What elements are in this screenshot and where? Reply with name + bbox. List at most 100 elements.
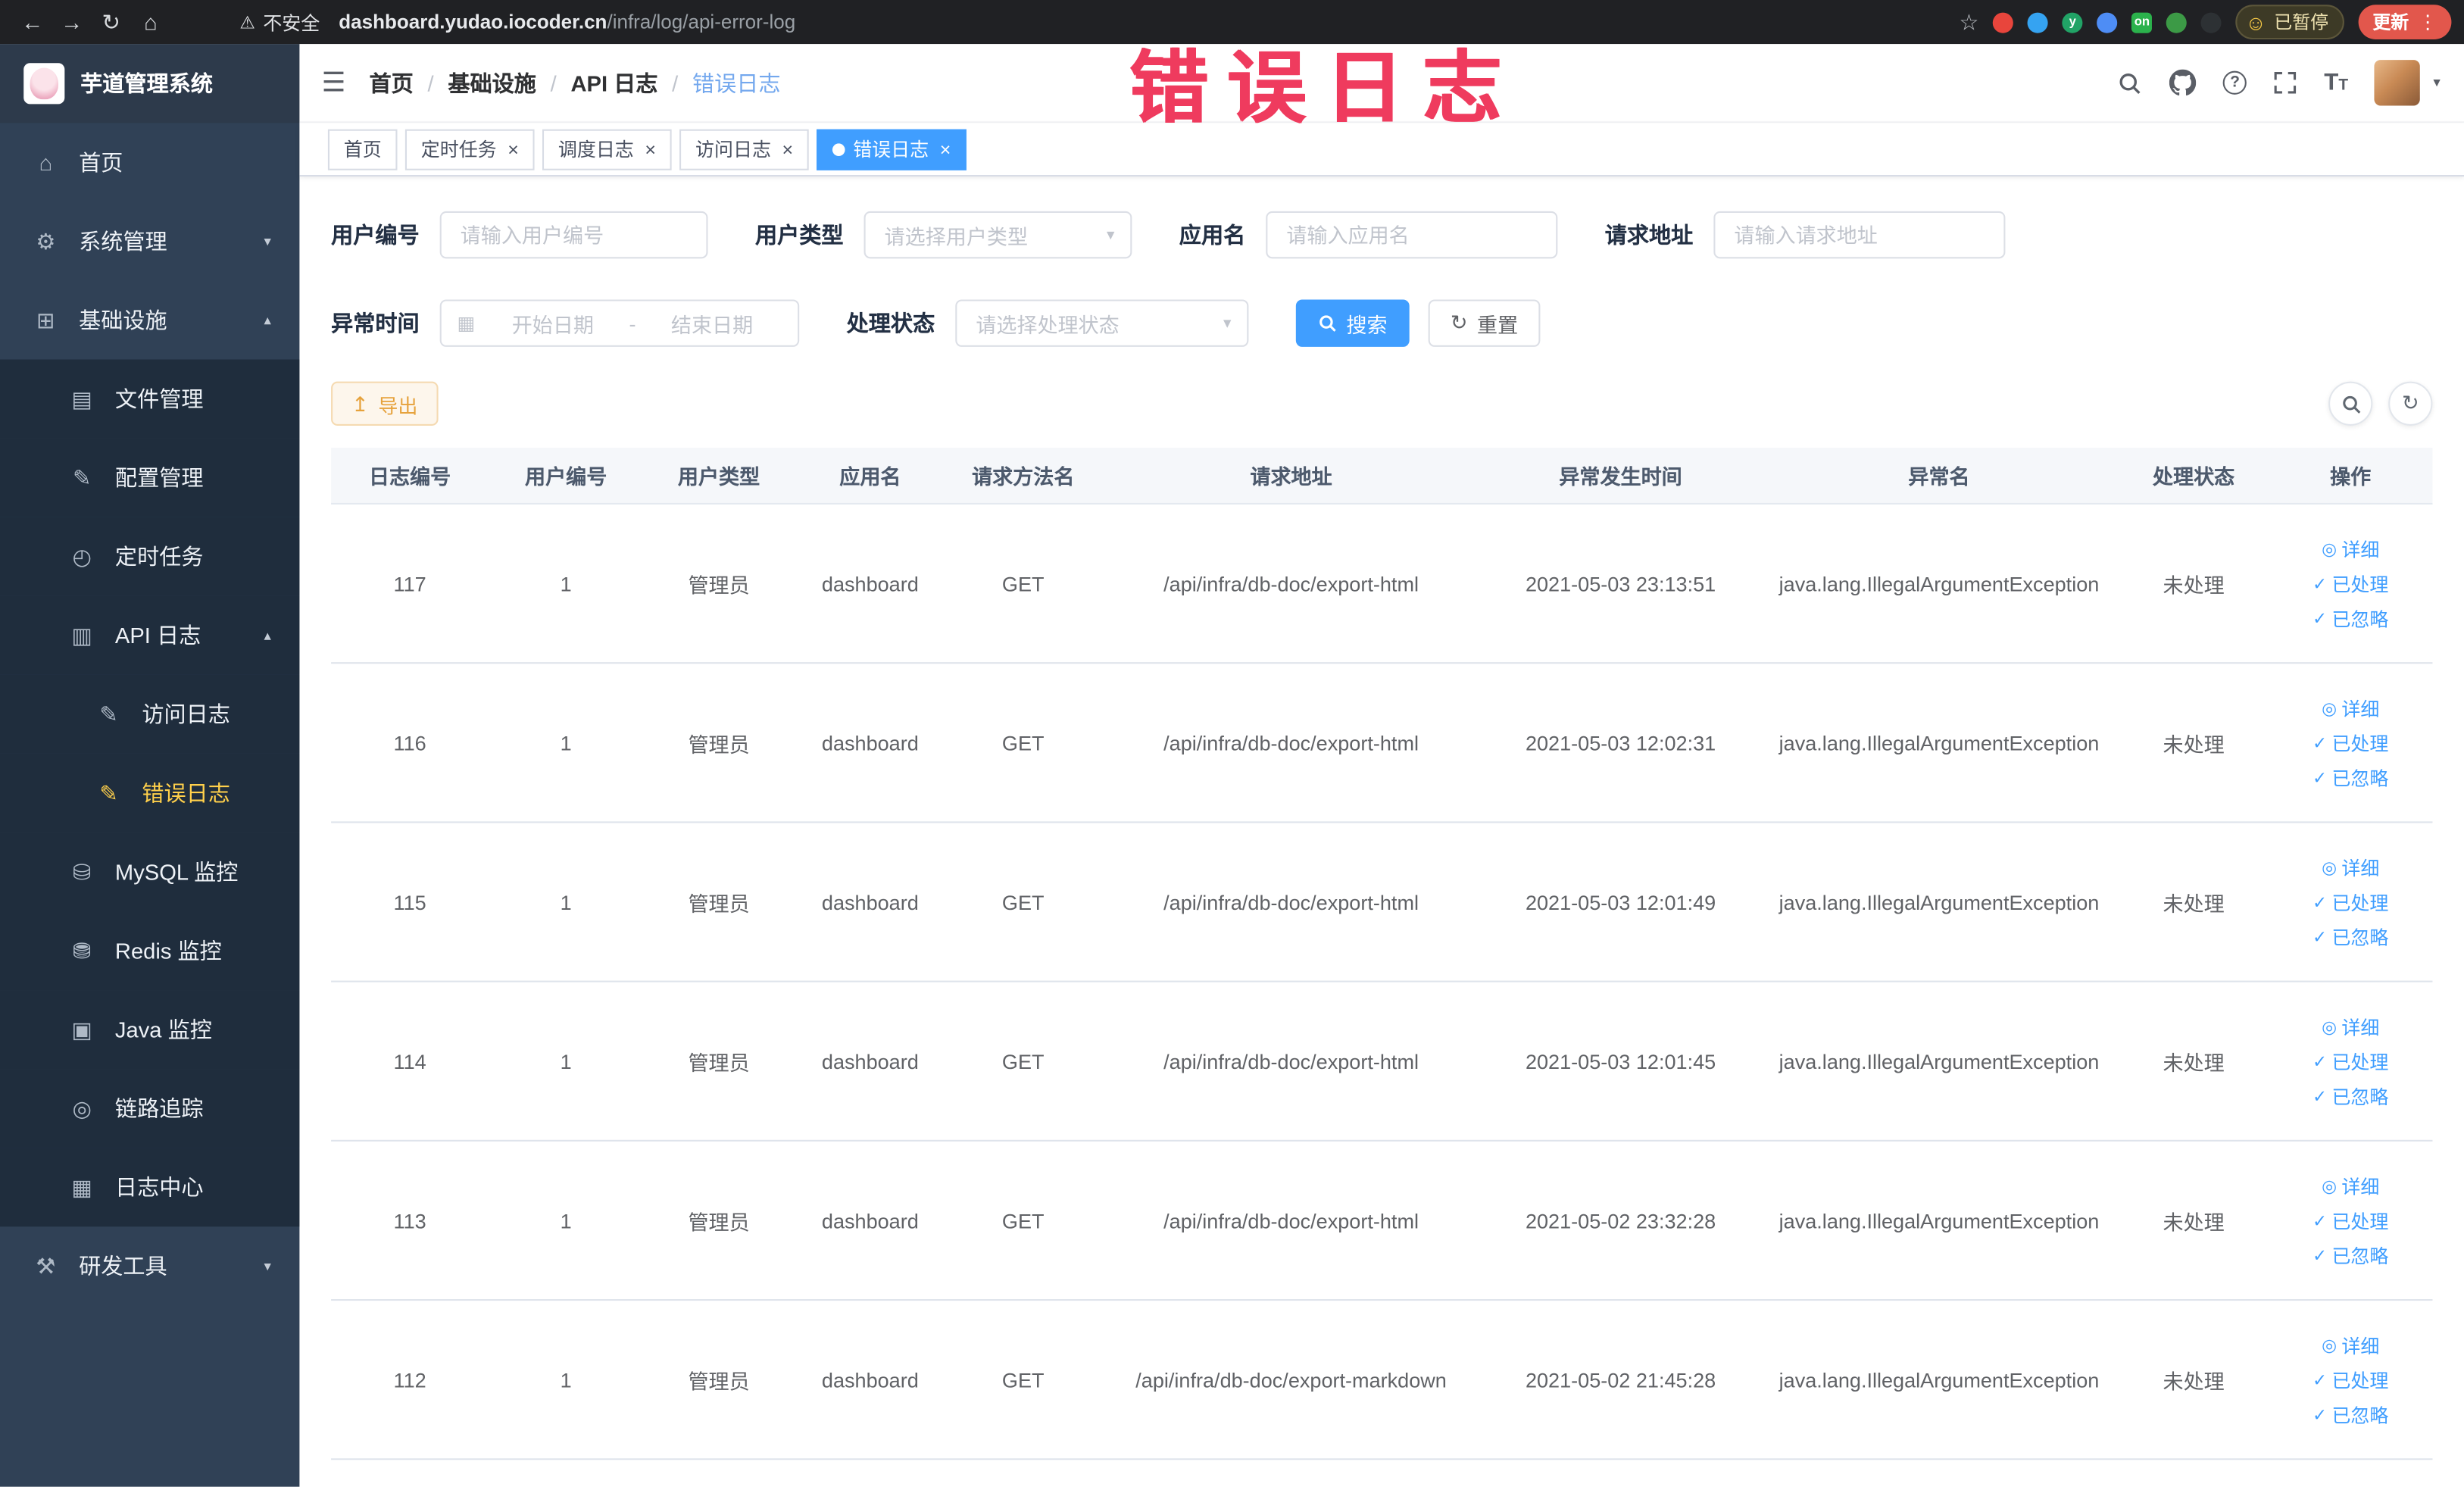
browser-toolbar-right: ☆ y on ☺ 已暂停 更新 ⋮ [1959, 5, 2452, 40]
sidebar-item-8[interactable]: ✎ 错误日志 [0, 753, 300, 833]
action-detail[interactable]: ◎ 详细 [2322, 1013, 2379, 1039]
smiley-icon: ☺ [2245, 10, 2266, 34]
tab-0[interactable]: 首页 [327, 128, 398, 170]
sidebar-item-1[interactable]: ⚙ 系统管理 ▾ [0, 201, 299, 280]
action-detail[interactable]: ◎ 详细 [2322, 1172, 2379, 1198]
sidebar-item-14[interactable]: ⚒ 研发工具 ▾ [0, 1226, 299, 1305]
search-icon[interactable] [2118, 70, 2143, 95]
close-icon[interactable]: × [940, 139, 951, 158]
sidebar-item-label: API 日志 [114, 623, 201, 648]
action-label: 已处理 [2331, 891, 2389, 914]
cell-url: /api/infra/db-doc/export-html [1163, 571, 1419, 595]
action-detail[interactable]: ◎ 详细 [2322, 695, 2379, 721]
sidebar-item-12[interactable]: ◎ 链路追踪 [0, 1069, 300, 1148]
address-bar[interactable]: dashboard.yudao.iocoder.cn/infra/log/api… [339, 11, 795, 33]
sidebar-item-9[interactable]: ⛁ MySQL 监控 [0, 832, 300, 911]
sidebar-item-5[interactable]: ◴ 定时任务 [0, 517, 300, 596]
sidebar-item-2[interactable]: ⊞ 基础设施 ▴ [0, 280, 299, 359]
toggle-search-button[interactable] [2328, 381, 2373, 426]
extension-icon[interactable] [2097, 11, 2118, 33]
action-detail[interactable]: ◎ 详细 [2322, 854, 2379, 880]
cell-user_id: 1 [560, 1208, 572, 1232]
extension-icon[interactable] [2028, 11, 2049, 33]
export-button[interactable]: ↥ 导出 [331, 381, 439, 426]
user-id-input[interactable] [439, 211, 708, 259]
user-avatar[interactable] [2375, 60, 2421, 106]
sidebar-item-13[interactable]: ▦ 日志中心 [0, 1148, 300, 1227]
search-button[interactable]: 搜索 [1295, 299, 1410, 347]
sidebar-item-10[interactable]: ⛃ Redis 监控 [0, 911, 300, 991]
sidebar-item-11[interactable]: ▣ Java 监控 [0, 990, 300, 1070]
font-size-icon[interactable]: TT [2324, 71, 2348, 95]
action-mark-ignored[interactable]: ✓ 已忽略 [2313, 1082, 2388, 1109]
check-icon: ✓ [2313, 574, 2328, 594]
extension-icon[interactable] [1993, 11, 2014, 33]
extension-icon[interactable] [2166, 11, 2188, 33]
action-mark-ignored[interactable]: ✓ 已忽略 [2313, 923, 2388, 950]
action-detail[interactable]: ◎ 详细 [2322, 1332, 2379, 1358]
sidebar-item-label: 访问日志 [142, 701, 230, 727]
tab-3[interactable]: 访问日志 × [679, 128, 809, 170]
close-icon[interactable]: × [507, 139, 519, 158]
breadcrumb-item[interactable]: API 日志 [570, 67, 657, 98]
close-icon[interactable]: × [645, 139, 656, 158]
close-icon[interactable]: × [782, 139, 794, 158]
cell-exception: java.lang.IllegalArgumentException [1779, 571, 2100, 595]
reset-button[interactable]: ↻ 重置 [1428, 299, 1541, 347]
sidebar-item-6[interactable]: ▥ API 日志 ▴ [0, 595, 300, 675]
api-log-icon: ▥ [71, 622, 92, 648]
search-button-label: 搜索 [1346, 313, 1388, 337]
app-logo[interactable]: 芋道管理系统 [0, 44, 300, 123]
help-icon[interactable]: ? [2223, 70, 2247, 95]
process-status-select[interactable]: 请选择处理状态 ▾ [955, 299, 1249, 347]
action-mark-ignored[interactable]: ✓ 已忽略 [2313, 1401, 2388, 1427]
extension-icon[interactable] [2200, 11, 2222, 33]
cell-exception: java.lang.IllegalArgumentException [1779, 1049, 2100, 1073]
action-detail[interactable]: ◎ 详细 [2322, 536, 2379, 562]
sidebar-item-4[interactable]: ✎ 配置管理 [0, 438, 300, 517]
breadcrumb-item[interactable]: 基础设施 [448, 67, 536, 98]
breadcrumb-item[interactable]: 首页 [370, 67, 414, 98]
cell-app: dashboard [821, 1208, 919, 1232]
action-mark-ignored[interactable]: ✓ 已忽略 [2313, 604, 2388, 631]
back-icon[interactable]: ← [13, 9, 52, 34]
reload-icon[interactable]: ↻ [92, 8, 131, 35]
sidebar-item-3[interactable]: ▤ 文件管理 [0, 359, 300, 439]
refresh-table-button[interactable]: ↻ [2388, 381, 2433, 426]
eye-icon: ◎ [2322, 539, 2338, 559]
action-mark-ignored[interactable]: ✓ 已忽略 [2313, 764, 2388, 790]
hamburger-icon[interactable]: ☰ [322, 67, 346, 98]
extension-icon[interactable]: y [2062, 11, 2083, 33]
action-mark-processed[interactable]: ✓ 已处理 [2313, 889, 2388, 915]
bookmark-star-icon[interactable]: ☆ [1959, 8, 1978, 35]
action-mark-ignored[interactable]: ✓ 已忽略 [2313, 1242, 2388, 1268]
tab-2[interactable]: 调度日志 × [542, 128, 672, 170]
extension-icon[interactable]: on [2131, 11, 2153, 33]
action-mark-processed[interactable]: ✓ 已处理 [2313, 1207, 2388, 1233]
exception-time-range-picker[interactable]: ▦ 开始日期 - 结束日期 [439, 299, 800, 347]
action-mark-processed[interactable]: ✓ 已处理 [2313, 729, 2388, 756]
tab-4[interactable]: 错误日志 × [817, 128, 967, 170]
sidebar-item-7[interactable]: ✎ 访问日志 [0, 674, 300, 754]
tab-1[interactable]: 定时任务 × [404, 128, 535, 170]
sidebar-item-0[interactable]: ⌂ 首页 [0, 123, 299, 201]
action-mark-processed[interactable]: ✓ 已处理 [2313, 1366, 2388, 1392]
action-mark-processed[interactable]: ✓ 已处理 [2313, 570, 2388, 596]
check-icon: ✓ [2313, 733, 2328, 753]
browser-menu-icon[interactable]: ⋮ [2419, 11, 2437, 33]
eye-icon: ◎ [2322, 1335, 2338, 1355]
action-mark-processed[interactable]: ✓ 已处理 [2313, 1048, 2388, 1074]
github-icon[interactable] [2169, 69, 2197, 96]
paused-extension-chip[interactable]: ☺ 已暂停 [2235, 5, 2344, 40]
chevron-down-icon[interactable]: ▾ [2433, 74, 2440, 92]
row-actions: ◎ 详细 ✓ 已处理 ✓ 已忽略 [2269, 695, 2432, 791]
browser-update-button[interactable]: 更新 ⋮ [2358, 5, 2452, 40]
app-name-input[interactable] [1266, 211, 1558, 259]
url-path: /infra/log/api-error-log [607, 11, 796, 33]
forward-icon[interactable]: → [52, 9, 92, 34]
user-type-select[interactable]: 请选择用户类型 ▾ [863, 211, 1132, 259]
request-url-input[interactable] [1713, 211, 2006, 259]
fullscreen-icon[interactable] [2274, 71, 2297, 95]
browser-home-icon[interactable]: ⌂ [131, 9, 170, 34]
site-security-chip[interactable]: ⚠ 不安全 [239, 8, 320, 35]
